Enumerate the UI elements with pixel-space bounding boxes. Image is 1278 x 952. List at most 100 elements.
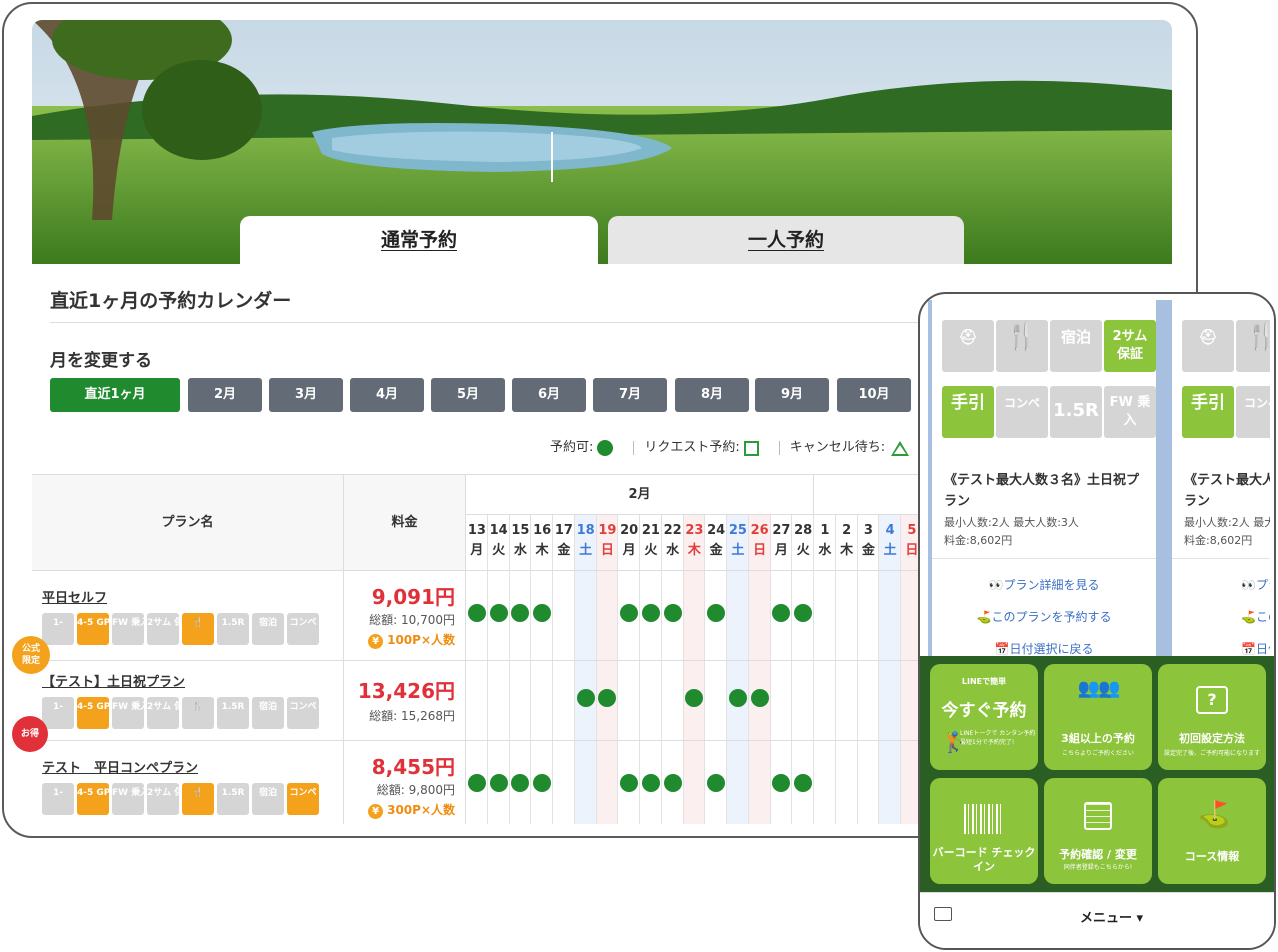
day-weekday: 水: [818, 543, 832, 558]
available-slot[interactable]: [598, 689, 617, 707]
plan-name-link[interactable]: 【テスト】土日祝プラン: [42, 671, 185, 690]
plan-card-next: ⛑ 🍴 手引 コンペ 《テスト最大人 ラン 最小人数:2人 最大 料金:8,60…: [1172, 300, 1270, 656]
month-button[interactable]: 直近1ヶ月: [50, 378, 180, 412]
available-dot-icon: [597, 440, 614, 456]
available-slot[interactable]: [728, 689, 747, 707]
month-change-label: 月を変更する: [50, 351, 152, 371]
legend-separator: [633, 441, 635, 455]
plan-feature-icon: 4-5 GPS: [77, 783, 109, 815]
day-weekday: 土: [883, 543, 897, 558]
month-button[interactable]: 5月: [431, 378, 505, 412]
available-slot[interactable]: [794, 774, 813, 792]
caddie-icon: ⛑: [1182, 320, 1234, 372]
month-button[interactable]: 7月: [593, 378, 667, 412]
plan-name-link[interactable]: 平日セルフ: [42, 587, 107, 606]
available-slot[interactable]: [489, 774, 508, 792]
available-slot[interactable]: [794, 604, 813, 622]
plan-total-price: 総額: 15,268円: [369, 709, 455, 723]
available-slot[interactable]: [620, 604, 639, 622]
reservation-confirm-button[interactable]: 予約確認 / 変更 同伴者登録もこちらから!: [1044, 778, 1152, 884]
back-to-date-link[interactable]: 📅日付選択に戻る: [932, 640, 1156, 656]
group-reserve-sub: こちらよりご予約ください: [1062, 750, 1134, 757]
plan-price: 9,091円: [371, 585, 455, 609]
quick-reserve-button[interactable]: LINEで簡単 今すぐ予約 LINEトークで カンタン予約 最短1分で予約完了!…: [930, 664, 1038, 770]
available-slot[interactable]: [489, 604, 508, 622]
keyboard-icon[interactable]: [934, 907, 952, 921]
available-slot[interactable]: [620, 774, 639, 792]
plan-card: ⛑ 🍴 宿泊 2サム 保証 手引 コンペ 1.5R FW 乗入 《テスト最大人数…: [932, 300, 1156, 656]
available-slot[interactable]: [511, 774, 530, 792]
available-slot[interactable]: [663, 604, 682, 622]
hand-cart-icon: 手引: [942, 386, 994, 438]
day-number: 22: [663, 523, 682, 538]
plan-detail-link[interactable]: 👀プラ: [1172, 576, 1270, 593]
back-to-date-link[interactable]: 📅日付: [1172, 640, 1270, 656]
plan-points: ¥100P×人数: [368, 631, 455, 649]
available-slot[interactable]: [511, 604, 530, 622]
plan-total-price: 総額: 10,700円: [369, 613, 455, 627]
available-slot[interactable]: [641, 774, 660, 792]
header-month: 2月: [466, 475, 814, 515]
quick-reserve-top: LINEで簡単: [961, 677, 1007, 686]
course-info-button[interactable]: ⛳ コース情報: [1158, 778, 1266, 884]
caddie-icon: ⛑: [942, 320, 994, 372]
plan-price: 8,455円: [371, 755, 455, 779]
plan-detail-link[interactable]: 👀プラン詳細を見る: [932, 576, 1156, 593]
available-slot[interactable]: [533, 604, 552, 622]
available-slot[interactable]: [467, 774, 486, 792]
day-label: 13 月: [466, 515, 488, 571]
available-slot[interactable]: [663, 774, 682, 792]
month-button[interactable]: 9月: [755, 378, 829, 412]
available-slot[interactable]: [533, 774, 552, 792]
month-button[interactable]: 3月: [269, 378, 343, 412]
question-bubble-icon: ?: [1196, 686, 1228, 714]
menu-toggle[interactable]: メニュー ▾: [1080, 907, 1143, 926]
meal-icon: 🍴: [1236, 320, 1270, 372]
day-label: 27 月: [770, 515, 793, 571]
available-slot[interactable]: [641, 604, 660, 622]
lodging-icon: 宿泊: [1050, 320, 1102, 372]
available-slot[interactable]: [750, 689, 769, 707]
available-slot[interactable]: [576, 689, 595, 707]
setup-guide-button[interactable]: ? 初回設定方法 設定完了後、ご予約可能になります: [1158, 664, 1266, 770]
reservation-confirm-title: 予約確認 / 変更: [1059, 848, 1137, 861]
plan-feature-icon: 4-5 GPS: [77, 613, 109, 645]
day-number: 23: [685, 523, 704, 538]
plan-feature-icon: 4-5 GPS: [77, 697, 109, 729]
reserve-plan-link[interactable]: ⛳このプランを予約する: [932, 608, 1156, 625]
legend-separator: [778, 441, 780, 455]
plan-feature-icon: 1-: [42, 783, 74, 815]
phone-plan-carousel: ⛑ 🍴 宿泊 2サム 保証 手引 コンペ 1.5R FW 乗入 《テスト最大人数…: [928, 300, 1270, 656]
plan-name-link[interactable]: テスト 平日コンペプラン: [42, 757, 198, 776]
month-button[interactable]: 4月: [350, 378, 424, 412]
month-button[interactable]: 10月: [837, 378, 911, 412]
plan-card-price: 料金:8,602円: [1184, 534, 1253, 547]
available-slot[interactable]: [707, 604, 726, 622]
barcode-checkin-button[interactable]: バーコード チェックイン: [930, 778, 1038, 884]
plan-feature-icons: 1-4-5 GPSFW 乗入2サム 保証🍴1.5R宿泊コンペ: [42, 783, 322, 815]
month-button[interactable]: 8月: [675, 378, 749, 412]
day-weekday: 金: [861, 543, 875, 558]
tab-normal-reservation[interactable]: 通常予約: [240, 216, 598, 264]
month-button[interactable]: 6月: [512, 378, 586, 412]
tab-solo-reservation[interactable]: 一人予約: [608, 216, 964, 264]
plan-feature-icon: 1-: [42, 697, 74, 729]
cancel-wait-triangle-icon: [891, 440, 910, 456]
day-weekday: 日: [600, 543, 614, 558]
available-slot[interactable]: [772, 604, 791, 622]
meal-icon: 🍴: [996, 320, 1048, 372]
reserve-plan-link[interactable]: ⛳この: [1172, 608, 1270, 625]
available-slot[interactable]: [685, 689, 704, 707]
month-button[interactable]: 2月: [188, 378, 262, 412]
available-slot[interactable]: [707, 774, 726, 792]
calendar-title: 直近1ヶ月の予約カレンダー: [50, 290, 292, 312]
group-reserve-button[interactable]: 👥👥 3組以上の予約 こちらよりご予約ください: [1044, 664, 1152, 770]
day-label: 28 火: [792, 515, 814, 571]
plan-price: 13,426円: [357, 679, 455, 703]
plan-feature-icon: 1.5R: [217, 783, 249, 815]
yen-coin-icon: ¥: [368, 634, 384, 649]
available-slot[interactable]: [772, 774, 791, 792]
available-slot[interactable]: [467, 604, 486, 622]
plan-feature-icon: 🍴: [182, 783, 214, 815]
plan-feature-icon: コンペ: [287, 783, 319, 815]
